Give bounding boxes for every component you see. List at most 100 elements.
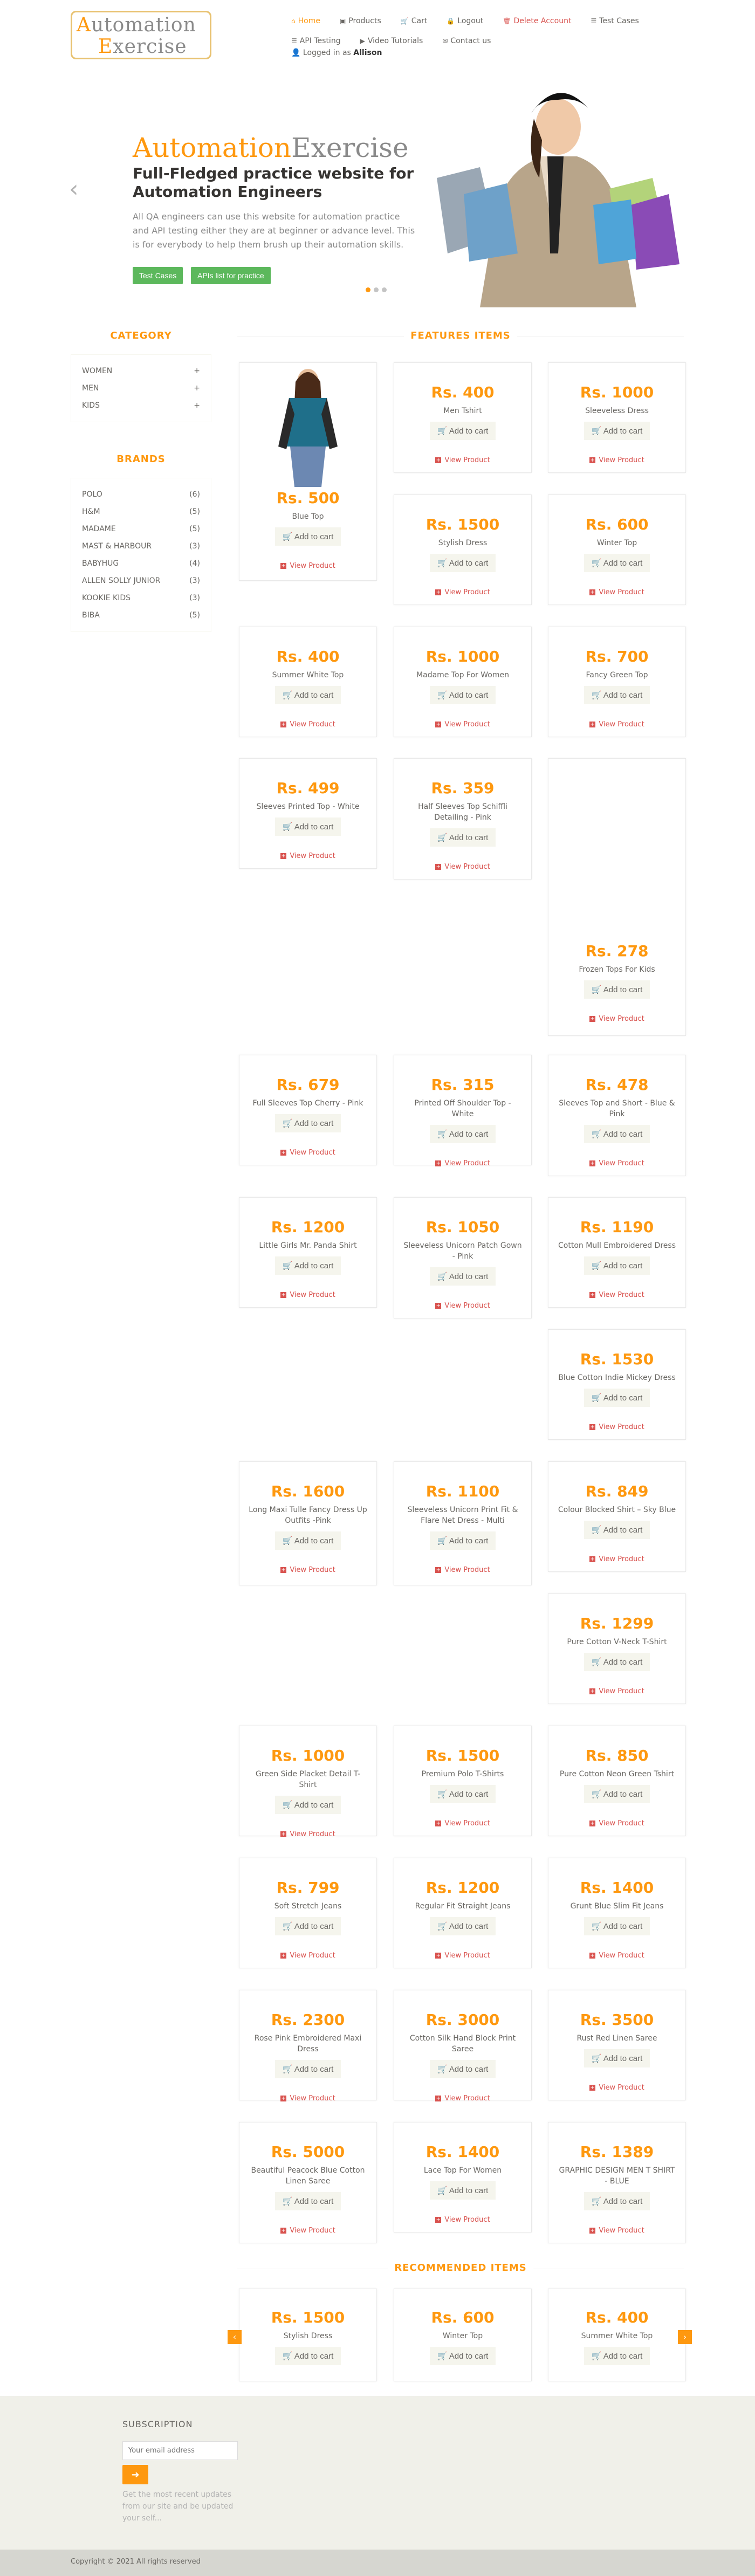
view-product-link[interactable]: + View Product [394, 2216, 531, 2224]
nav-logout[interactable]: 🔒 Logout [447, 17, 483, 25]
add-to-cart-button[interactable]: 🛒 Add to cart [274, 686, 341, 704]
view-product-link[interactable]: + View Product [239, 1952, 376, 1960]
view-product-link[interactable]: + View Product [548, 1015, 685, 1023]
view-product-link[interactable]: + View Product [548, 456, 685, 464]
add-to-cart-button[interactable]: 🛒 Add to cart [274, 2060, 341, 2078]
add-to-cart-button[interactable]: 🛒 Add to cart [274, 818, 341, 836]
add-to-cart-button[interactable]: 🛒 Add to cart [429, 2060, 496, 2078]
add-to-cart-button[interactable]: 🛒 Add to cart [584, 1389, 650, 1407]
add-to-cart-button[interactable]: 🛒 Add to cart [584, 2192, 650, 2210]
view-product-link[interactable]: + View Product [394, 720, 531, 729]
category-women[interactable]: WOMEN + [82, 362, 200, 380]
carousel-prev-icon[interactable]: ‹ [69, 175, 79, 203]
view-product-link[interactable]: + View Product [548, 720, 685, 729]
view-product-link[interactable]: + View Product [394, 2094, 531, 2103]
view-product-link[interactable]: + View Product [394, 456, 531, 464]
add-to-cart-button[interactable]: 🛒 Add to cart [584, 1125, 650, 1143]
view-product-link[interactable]: + View Product [239, 1291, 376, 1299]
view-product-link[interactable]: + View Product [548, 1159, 685, 1167]
nav-delete-account[interactable]: 🗑 Delete Account [503, 17, 571, 25]
nav-video-tutorials[interactable]: ▶ Video Tutorials [360, 37, 423, 45]
view-product-link[interactable]: + View Product [548, 2084, 685, 2092]
add-to-cart-button[interactable]: 🛒 Add to cart [429, 686, 496, 704]
nav-home[interactable]: ⌂ Home [291, 17, 320, 25]
add-to-cart-button[interactable]: 🛒 Add to cart [584, 1256, 650, 1275]
add-to-cart-button[interactable]: 🛒 Add to cart [584, 2049, 650, 2067]
view-product-link[interactable]: + View Product [548, 588, 685, 596]
view-product-link[interactable]: + View Product [394, 1819, 531, 1828]
view-product-link[interactable]: + View Product [239, 2094, 376, 2103]
recommended-prev-icon[interactable]: ‹ [228, 2330, 242, 2344]
view-product-link[interactable]: + View Product [239, 1830, 376, 1838]
view-product-link[interactable]: + View Product [548, 1687, 685, 1695]
brand-link[interactable]: MAST & HARBOUR (3) [82, 538, 200, 555]
brand-link[interactable]: BIBA (5) [82, 607, 200, 624]
add-to-cart-button[interactable]: 🛒 Add to cart [429, 2347, 496, 2365]
add-to-cart-button[interactable]: 🛒 Add to cart [274, 1917, 341, 1935]
add-to-cart-button[interactable]: 🛒 Add to cart [429, 1531, 496, 1550]
add-to-cart-button[interactable]: 🛒 Add to cart [584, 2347, 650, 2365]
carousel-dot[interactable] [366, 287, 370, 292]
subscribe-button[interactable]: ➜ [122, 2465, 148, 2484]
add-to-cart-button[interactable]: 🛒 Add to cart [274, 527, 341, 546]
view-product-link[interactable]: + View Product [239, 852, 376, 860]
nav-test-cases[interactable]: ☰ Test Cases [591, 17, 639, 25]
add-to-cart-button[interactable]: 🛒 Add to cart [429, 422, 496, 440]
view-product-link[interactable]: + View Product [239, 1149, 376, 1157]
carousel-dot[interactable] [374, 287, 379, 292]
view-product-link[interactable]: + View Product [548, 1291, 685, 1299]
brand-link[interactable]: H&M (5) [82, 503, 200, 520]
view-product-link[interactable]: + View Product [548, 2227, 685, 2235]
view-product-link[interactable]: + View Product [394, 863, 531, 871]
view-product-link[interactable]: + View Product [394, 1302, 531, 1310]
brand-link[interactable]: BABYHUG (4) [82, 555, 200, 572]
view-product-link[interactable]: + View Product [548, 1423, 685, 1431]
nav-api-testing[interactable]: ☰ API Testing [291, 37, 341, 45]
add-to-cart-button[interactable]: 🛒 Add to cart [584, 686, 650, 704]
recommended-next-icon[interactable]: › [678, 2330, 692, 2344]
view-product-link[interactable]: + View Product [239, 562, 376, 570]
add-to-cart-button[interactable]: 🛒 Add to cart [274, 1256, 341, 1275]
category-men[interactable]: MEN + [82, 380, 200, 397]
add-to-cart-button[interactable]: 🛒 Add to cart [584, 1917, 650, 1935]
brand-link[interactable]: MADAME (5) [82, 520, 200, 538]
add-to-cart-button[interactable]: 🛒 Add to cart [429, 828, 496, 847]
subscribe-email-input[interactable] [122, 2441, 238, 2460]
add-to-cart-button[interactable]: 🛒 Add to cart [429, 1785, 496, 1803]
brand-link[interactable]: KOOKIE KIDS (3) [82, 589, 200, 607]
add-to-cart-button[interactable]: 🛒 Add to cart [584, 1521, 650, 1539]
add-to-cart-button[interactable]: 🛒 Add to cart [584, 1785, 650, 1803]
add-to-cart-button[interactable]: 🛒 Add to cart [274, 2192, 341, 2210]
view-product-link[interactable]: + View Product [548, 1952, 685, 1960]
add-to-cart-button[interactable]: 🛒 Add to cart [429, 554, 496, 572]
add-to-cart-button[interactable]: 🛒 Add to cart [584, 422, 650, 440]
view-product-link[interactable]: + View Product [548, 1819, 685, 1828]
carousel-dot[interactable] [382, 287, 387, 292]
category-kids[interactable]: KIDS + [82, 397, 200, 414]
add-to-cart-button[interactable]: 🛒 Add to cart [429, 1267, 496, 1286]
nav-products[interactable]: ▣ Products [340, 17, 381, 25]
add-to-cart-button[interactable]: 🛒 Add to cart [429, 1125, 496, 1143]
add-to-cart-button[interactable]: 🛒 Add to cart [429, 1917, 496, 1935]
apis-list-button[interactable]: APIs list for practice [191, 267, 271, 284]
view-product-link[interactable]: + View Product [394, 1566, 531, 1574]
view-product-link[interactable]: + View Product [239, 720, 376, 729]
add-to-cart-button[interactable]: 🛒 Add to cart [274, 1531, 341, 1550]
add-to-cart-button[interactable]: 🛒 Add to cart [584, 554, 650, 572]
view-product-link[interactable]: + View Product [548, 1555, 685, 1563]
view-product-link[interactable]: + View Product [394, 588, 531, 596]
view-product-link[interactable]: + View Product [239, 2227, 376, 2235]
nav-cart[interactable]: 🛒 Cart [401, 17, 428, 25]
brand-link[interactable]: POLO (6) [82, 486, 200, 503]
add-to-cart-button[interactable]: 🛒 Add to cart [584, 980, 650, 999]
add-to-cart-button[interactable]: 🛒 Add to cart [274, 2347, 341, 2365]
site-logo[interactable]: Automation Exercise [71, 11, 211, 59]
view-product-link[interactable]: + View Product [239, 1566, 376, 1574]
view-product-link[interactable]: + View Product [394, 1952, 531, 1960]
view-product-link[interactable]: + View Product [394, 1159, 531, 1167]
test-cases-button[interactable]: Test Cases [133, 267, 183, 284]
brand-link[interactable]: ALLEN SOLLY JUNIOR (3) [82, 572, 200, 589]
add-to-cart-button[interactable]: 🛒 Add to cart [274, 1114, 341, 1132]
nav-contact-us[interactable]: ✉ Contact us [442, 37, 491, 45]
add-to-cart-button[interactable]: 🛒 Add to cart [274, 1796, 341, 1814]
